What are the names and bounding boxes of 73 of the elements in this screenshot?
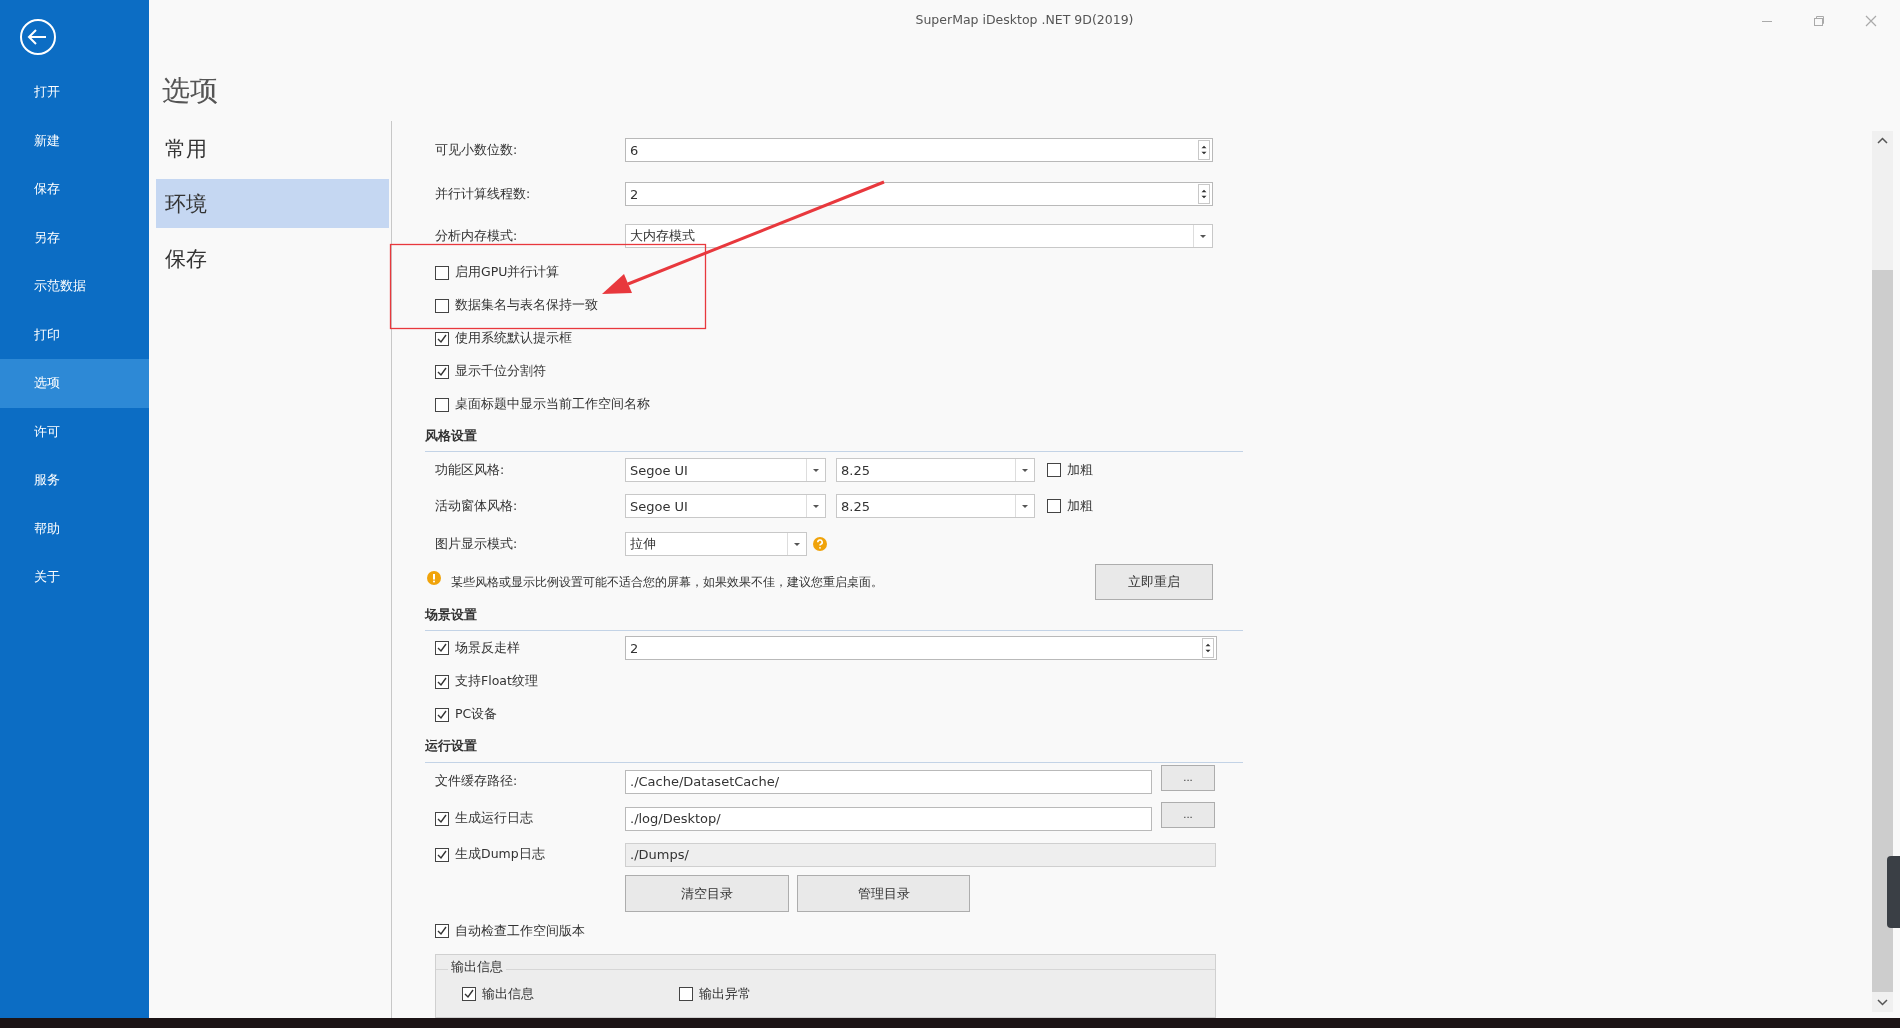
back-icon[interactable] xyxy=(19,18,57,56)
dropdown[interactable]: 大内存模式 xyxy=(625,224,1213,248)
checkbox[interactable]: 输出信息 xyxy=(462,985,534,1003)
checkbox[interactable]: 加粗 xyxy=(1047,497,1093,515)
field-label: 可见小数位数: xyxy=(435,141,519,159)
check-icon xyxy=(436,812,448,825)
menu-item[interactable]: 服务 xyxy=(0,456,149,505)
restart-button[interactable]: 立即重启 xyxy=(1095,564,1213,601)
check-icon xyxy=(436,675,448,688)
section-heading: 风格设置 xyxy=(425,421,1243,453)
menu-item[interactable]: 打印 xyxy=(0,310,149,359)
menu-item[interactable]: 新建 xyxy=(0,116,149,165)
field-label: 功能区风格: xyxy=(435,461,506,479)
number-field[interactable]: 2 xyxy=(625,636,1217,661)
browse-button[interactable]: ... xyxy=(1161,764,1215,791)
spin-button[interactable] xyxy=(1198,140,1210,160)
menu-item[interactable]: 帮助 xyxy=(0,504,149,553)
path-field[interactable]: ./Cache/DatasetCache/ xyxy=(625,769,1152,794)
check-icon xyxy=(436,642,448,655)
menu-item[interactable]: 关于 xyxy=(0,553,149,602)
check-icon xyxy=(436,848,448,861)
page-title: 选项 xyxy=(162,74,218,108)
menu-item[interactable]: 打开 xyxy=(0,68,149,117)
warning-icon xyxy=(427,571,441,586)
dropdown[interactable]: 8.25 xyxy=(836,458,1035,483)
checkbox[interactable]: PC设备 xyxy=(435,706,498,724)
menu-item[interactable]: 保存 xyxy=(0,165,149,214)
browse-button[interactable]: ... xyxy=(1161,801,1215,828)
check-icon xyxy=(463,988,475,1001)
checkbox[interactable]: 桌面标题中显示当前工作空间名称 xyxy=(435,396,650,413)
window-title: SuperMap iDesktop .NET 9D(2019) xyxy=(915,12,1134,27)
check-icon xyxy=(436,708,448,721)
dropdown[interactable]: 8.25 xyxy=(836,494,1035,519)
section-heading: 运行设置 xyxy=(425,731,1243,763)
field-label: 图片显示模式: xyxy=(435,535,519,553)
scrollbar-thumb[interactable] xyxy=(1872,270,1893,992)
spin-button[interactable] xyxy=(1198,184,1210,204)
menu-item[interactable]: 许可 xyxy=(0,407,149,456)
check-icon xyxy=(436,332,448,345)
check-icon xyxy=(436,925,448,938)
checkbox[interactable]: 自动检查工作空间版本 xyxy=(435,922,585,940)
menu-item[interactable]: 示范数据 xyxy=(0,262,149,311)
directory-button[interactable]: 清空目录 xyxy=(625,875,789,913)
checkbox[interactable]: 启用GPU并行计算 xyxy=(435,264,560,281)
checkbox[interactable]: 场景反走样 xyxy=(435,639,625,657)
field-label: 分析内存模式: xyxy=(435,227,519,245)
category-item[interactable]: 环境 xyxy=(156,179,389,228)
checkbox[interactable]: 使用系统默认提示框 xyxy=(435,330,572,347)
category-item[interactable]: 保存 xyxy=(156,234,389,283)
dropdown[interactable]: Segoe UI xyxy=(625,458,826,483)
checkbox[interactable]: 加粗 xyxy=(1047,461,1093,479)
spin-button[interactable] xyxy=(1202,638,1214,659)
field-label: 活动窗体风格: xyxy=(435,497,519,515)
number-field[interactable]: 2 xyxy=(625,182,1213,206)
dropdown[interactable]: Segoe UI xyxy=(625,494,826,519)
section-heading: 场景设置 xyxy=(425,600,1243,632)
field-label: 文件缓存路径: xyxy=(435,773,519,791)
menu-item[interactable]: 另存 xyxy=(0,213,149,262)
directory-button[interactable]: 管理目录 xyxy=(797,875,970,913)
checkbox[interactable]: 数据集名与表名保持一致 xyxy=(435,297,598,314)
category-item[interactable]: 常用 xyxy=(156,124,389,173)
menu-item[interactable]: 选项 xyxy=(0,359,149,408)
check-icon xyxy=(436,365,448,378)
checkbox[interactable]: 支持Float纹理 xyxy=(435,673,538,691)
checkbox[interactable]: 生成运行日志 xyxy=(435,810,625,828)
notice-text: 某些风格或显示比例设置可能不适合您的屏幕，如果效果不佳，建议您重启桌面。 xyxy=(451,573,883,591)
group-title: 输出信息 xyxy=(448,958,506,976)
path-field[interactable]: ./log/Desktop/ xyxy=(625,806,1152,831)
checkbox[interactable]: 显示千位分割符 xyxy=(435,363,546,380)
number-field[interactable]: 6 xyxy=(625,138,1213,162)
field-label: 并行计算线程数: xyxy=(435,185,532,203)
checkbox[interactable]: 输出异常 xyxy=(679,985,751,1003)
dropdown[interactable]: 拉伸 xyxy=(625,532,807,557)
